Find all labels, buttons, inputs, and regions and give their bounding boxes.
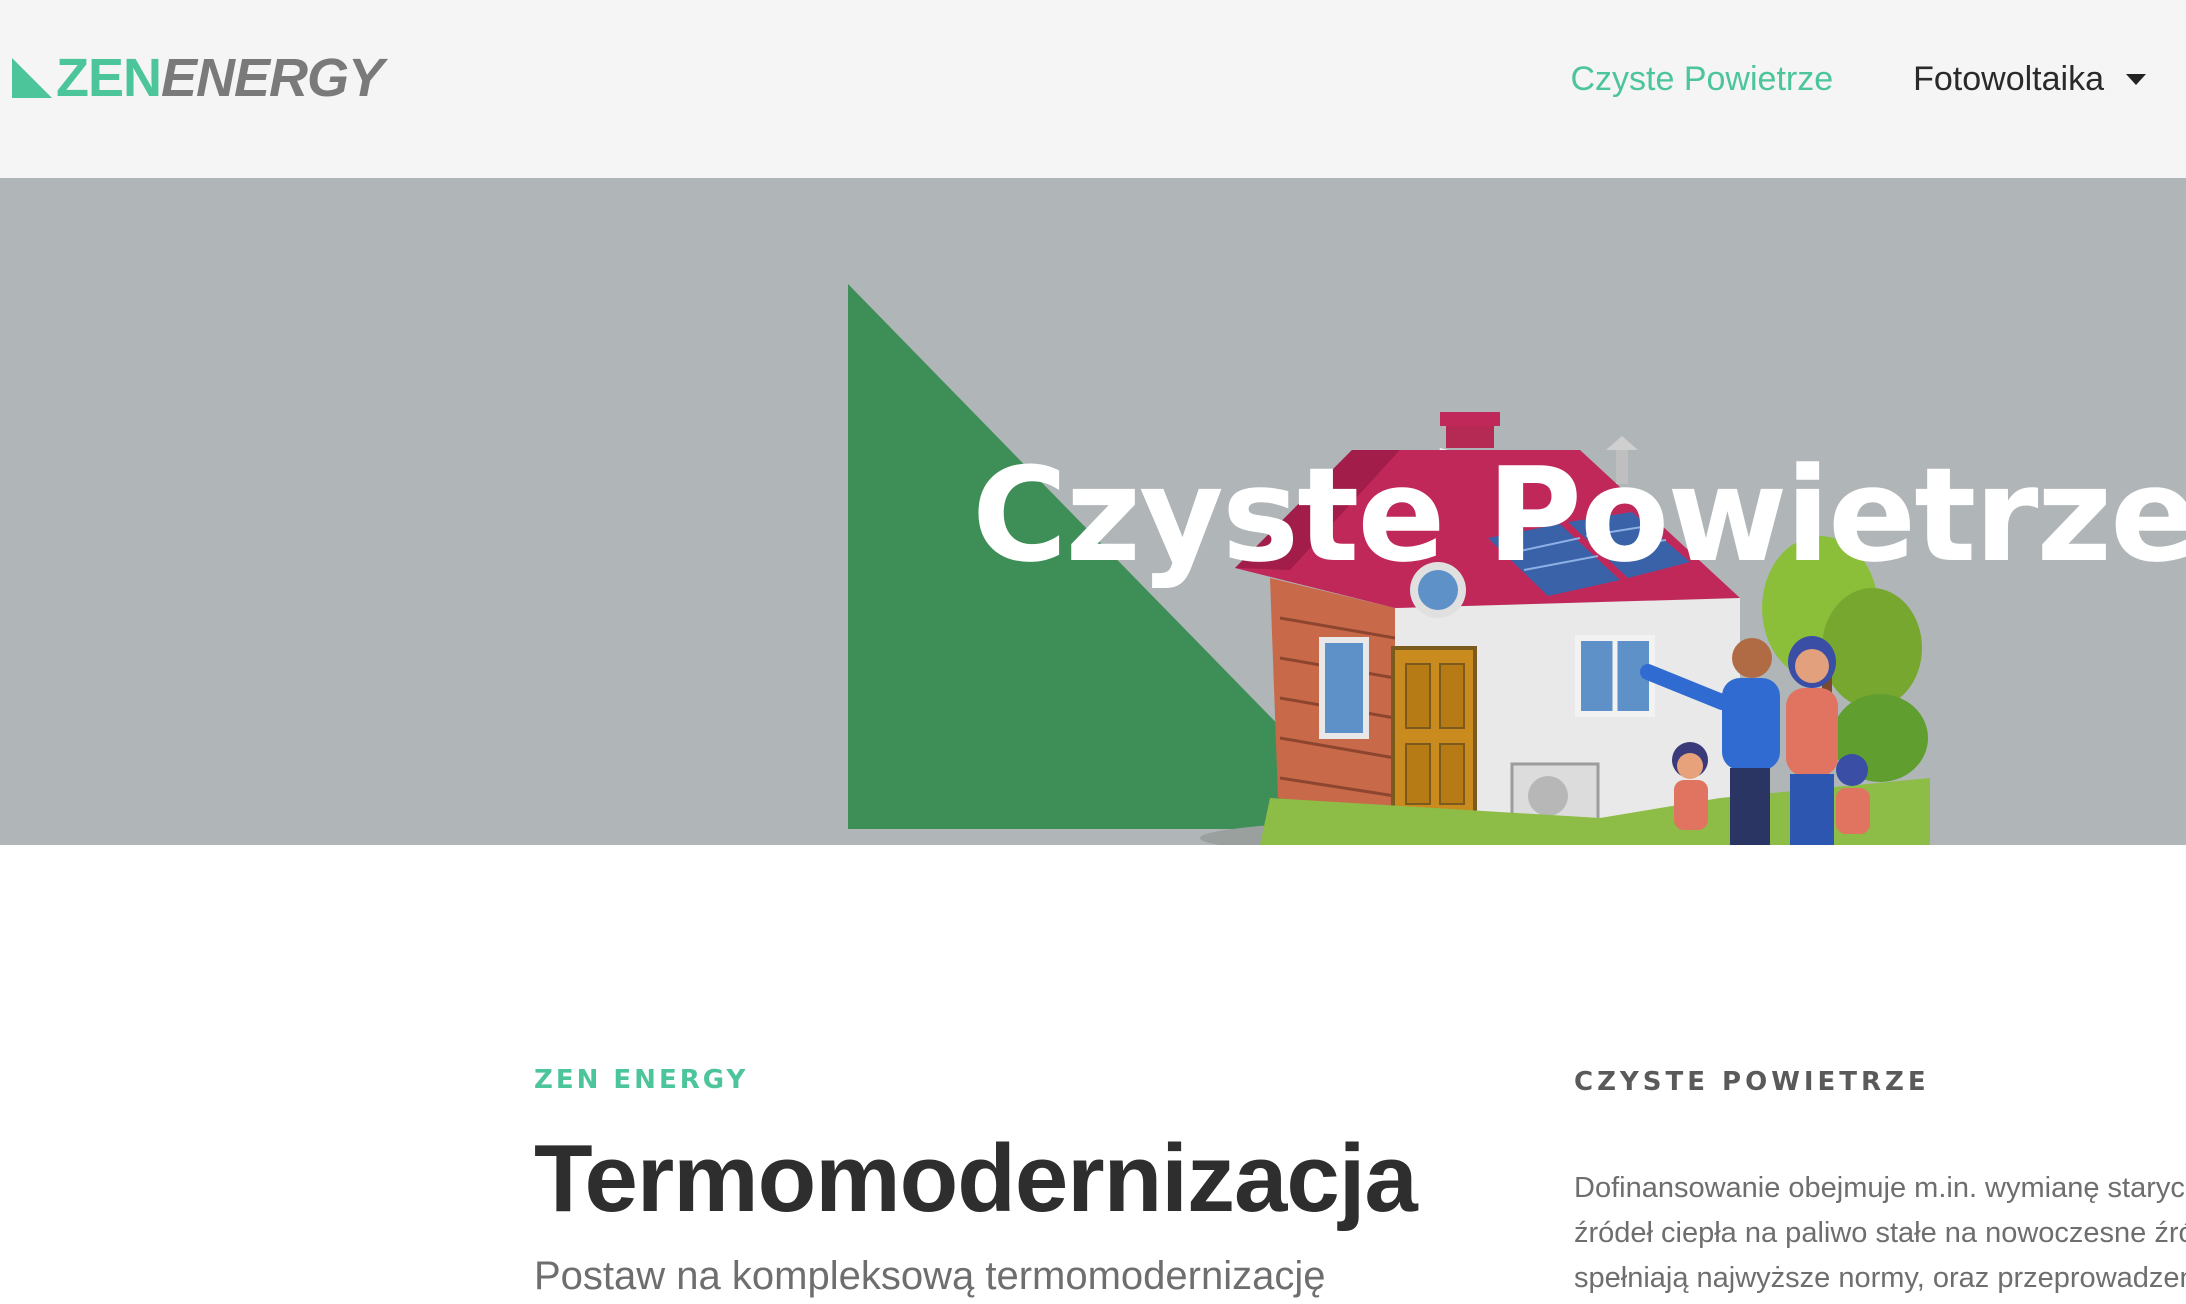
logo-text-energy: ENERGY [161, 48, 384, 108]
sidebar-text: Dofinansowanie obejmuje m.in. wymianę st… [1574, 1166, 2186, 1301]
nav-item-fotowoltaika[interactable]: Fotowoltaika [1913, 54, 2146, 104]
sidebar-text-line: spełniają najwyższe normy, oraz przeprow… [1574, 1262, 2186, 1294]
hero-title: Czyste Powietrze [972, 439, 2186, 591]
sidebar-text-line: źródeł ciepła na paliwo stałe na nowocze… [1574, 1217, 2186, 1249]
intro-section: ZEN ENERGY Termomodernizacja Postaw na k… [534, 1062, 1494, 1304]
nav-item-fotowoltaika-label: Fotowoltaika [1913, 60, 2104, 98]
main-nav: Czyste Powietrze Fotowoltaika [1570, 54, 2146, 104]
site-header: ZEN ENERGY Czyste Powietrze Fotowoltaika [0, 0, 2186, 178]
hero-banner: Czyste Powietrze [0, 178, 2186, 845]
logo-triangle-icon [12, 58, 52, 98]
chevron-down-icon [2126, 73, 2146, 85]
sidebar-info: CZYSTE POWIETRZE Dofinansowanie obejmuje… [1574, 1064, 2186, 1301]
section-eyebrow: ZEN ENERGY [534, 1065, 749, 1095]
section-heading: Termomodernizacja [534, 1125, 1418, 1232]
sidebar-text-line: Dofinansowanie obejmuje m.in. wymianę st… [1574, 1172, 2186, 1204]
logo[interactable]: ZEN ENERGY [12, 48, 384, 108]
logo-text-zen: ZEN [56, 48, 162, 108]
section-subheading: Postaw na kompleksową termomodernizację [534, 1254, 1326, 1298]
sidebar-title: CZYSTE POWIETRZE [1574, 1067, 1930, 1097]
nav-item-czyste-powietrze[interactable]: Czyste Powietrze [1570, 54, 1833, 104]
